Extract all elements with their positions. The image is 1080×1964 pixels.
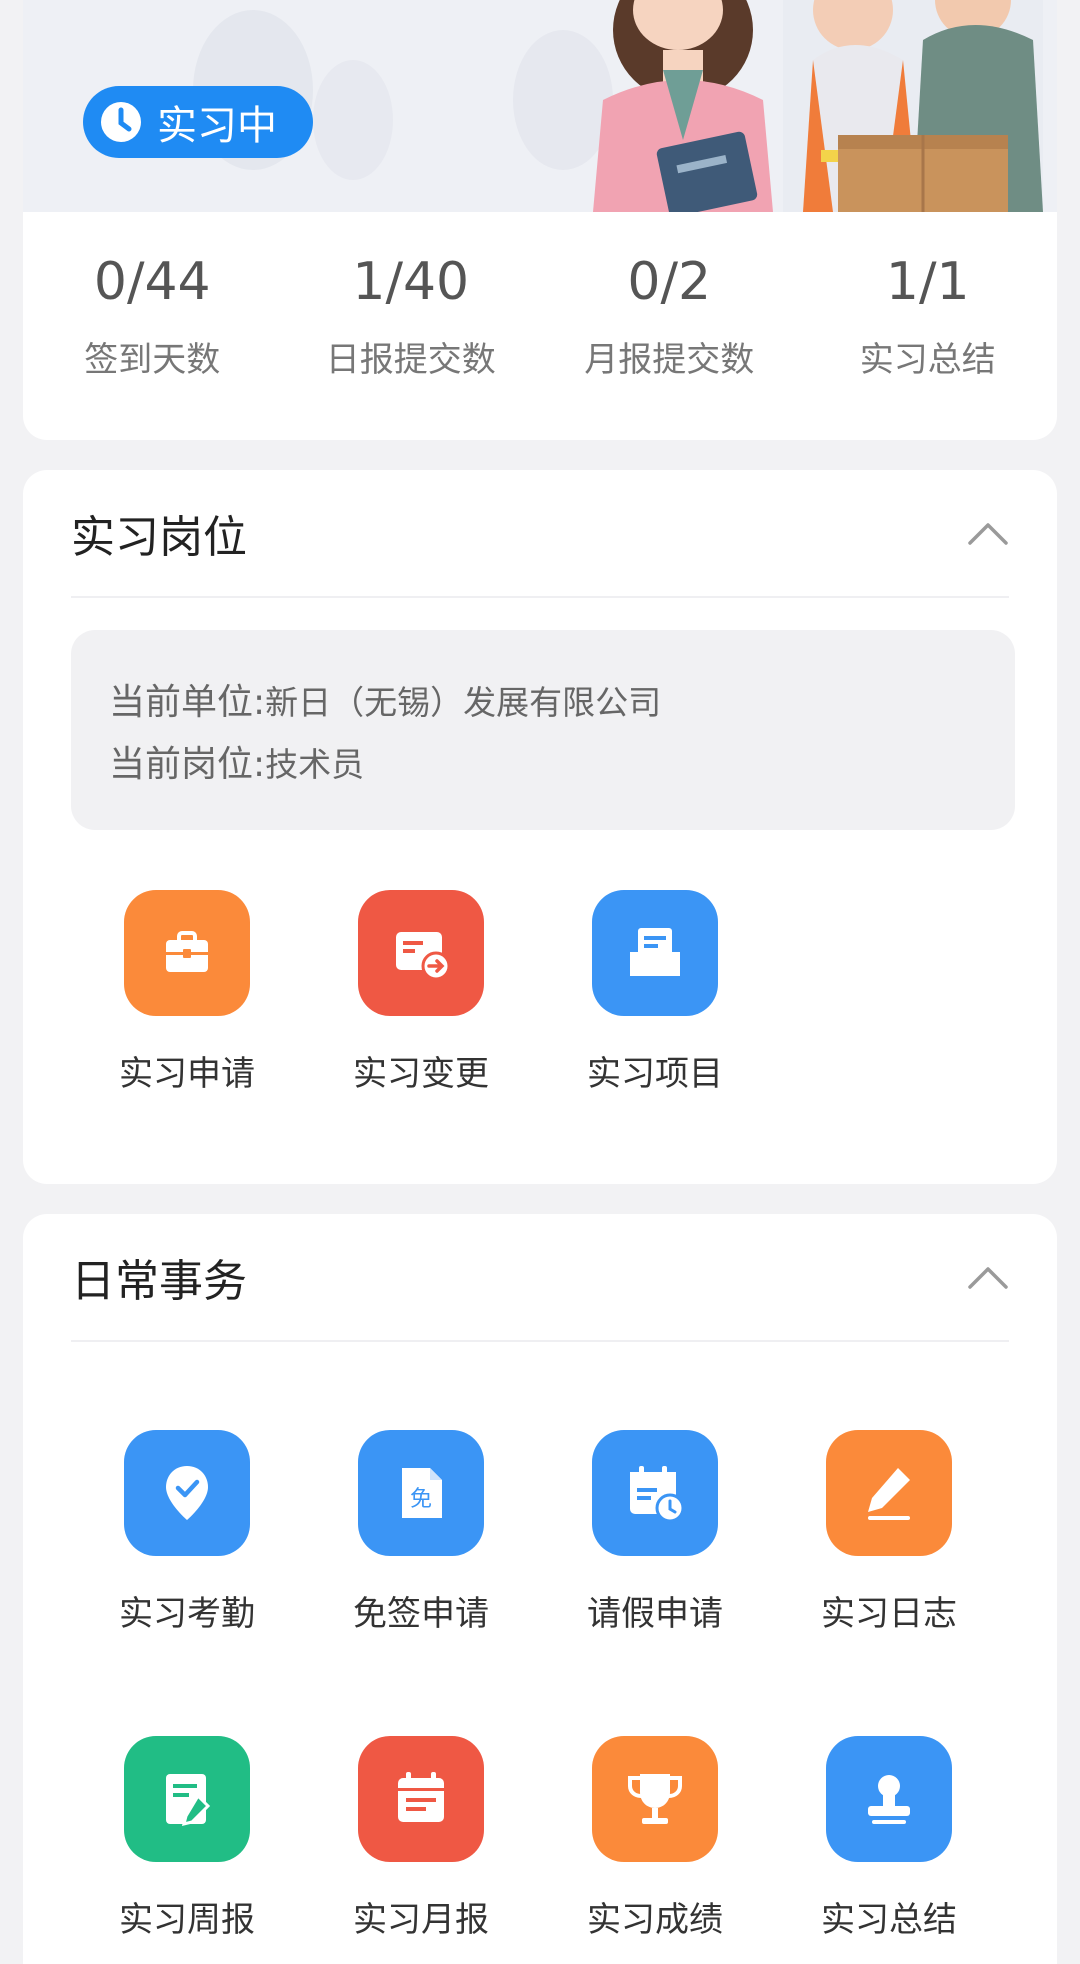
stats-row: 0/44 签到天数 1/40 日报提交数 0/2 月报提交数 1/1 实习总结 (23, 250, 1057, 400)
calendar-clock-icon (592, 1430, 718, 1556)
weekly-report-button[interactable]: 实习周报 (87, 1736, 287, 1941)
section-title: 实习岗位 (71, 512, 247, 563)
current-post-value: 技术员 (265, 745, 365, 784)
stat-value: 1/1 (885, 252, 970, 312)
status-label: 实习中 (157, 103, 277, 149)
banner-illustration: 实习中 (23, 0, 1057, 212)
chevron-up-icon[interactable] (967, 520, 1009, 546)
grades-button[interactable]: 实习成绩 (555, 1736, 755, 1941)
tile-label: 实习考勤 (119, 1594, 255, 1634)
stat-value: 0/44 (93, 252, 211, 312)
current-unit-label: 当前单位: (109, 682, 266, 723)
position-section-header[interactable]: 实习岗位 (71, 470, 1009, 598)
tile-label: 实习日志 (821, 1594, 957, 1634)
internship-log-button[interactable]: 实习日志 (789, 1430, 989, 1635)
internship-apply-button[interactable]: 实习申请 (87, 890, 287, 1095)
stamp-icon (826, 1736, 952, 1862)
stat-label: 实习总结 (859, 340, 996, 380)
card-transfer-icon (358, 890, 484, 1016)
trophy-icon (592, 1736, 718, 1862)
tile-label: 请假申请 (587, 1594, 723, 1634)
stat-summary[interactable]: 1/1 实习总结 (799, 250, 1058, 400)
exempt-glyph: 免 (410, 1487, 432, 1512)
clock-icon (101, 102, 141, 142)
tile-label: 实习变更 (353, 1054, 489, 1094)
attendance-button[interactable]: 实习考勤 (87, 1430, 287, 1635)
briefcase-icon (124, 890, 250, 1016)
stat-checkin-days[interactable]: 0/44 签到天数 (23, 250, 282, 400)
stat-value: 1/40 (352, 252, 470, 312)
location-check-icon (124, 1430, 250, 1556)
tile-label: 实习周报 (119, 1900, 255, 1940)
stat-monthly-reports[interactable]: 0/2 月报提交数 (540, 250, 799, 400)
tile-label: 免签申请 (353, 1594, 489, 1634)
pencil-icon (826, 1430, 952, 1556)
inbox-document-icon (592, 890, 718, 1016)
edit-document-icon (124, 1736, 250, 1862)
leave-apply-button[interactable]: 请假申请 (555, 1430, 755, 1635)
stat-label: 日报提交数 (325, 340, 496, 380)
tile-label: 实习申请 (119, 1054, 255, 1094)
daily-affairs-section-header[interactable]: 日常事务 (71, 1214, 1009, 1342)
monthly-report-button[interactable]: 实习月报 (321, 1736, 521, 1941)
internship-status-card: 实习中 0/44 签到天数 1/40 日报提交数 0/2 月报提交数 1/1 实… (23, 0, 1057, 440)
chevron-up-icon[interactable] (967, 1264, 1009, 1290)
internship-home: 实习中 0/44 签到天数 1/40 日报提交数 0/2 月报提交数 1/1 实… (0, 0, 1080, 1964)
current-position-info: 当前单位:新日（无锡）发展有限公司 当前岗位:技术员 (71, 630, 1015, 830)
stat-daily-reports[interactable]: 1/40 日报提交数 (282, 250, 541, 400)
internship-status-badge: 实习中 (83, 86, 313, 158)
exemption-apply-button[interactable]: 免 免签申请 (321, 1430, 521, 1635)
stat-value: 0/2 (627, 252, 712, 312)
exempt-document-icon: 免 (358, 1430, 484, 1556)
current-unit-row: 当前单位:新日（无锡）发展有限公司 (109, 672, 977, 734)
section-title: 日常事务 (71, 1256, 247, 1307)
tile-label: 实习项目 (587, 1054, 723, 1094)
tile-label: 实习成绩 (587, 1900, 723, 1940)
tile-label: 实习总结 (821, 1900, 957, 1940)
stat-label: 签到天数 (84, 340, 221, 380)
stat-label: 月报提交数 (584, 340, 755, 380)
current-post-label: 当前岗位: (109, 744, 266, 785)
daily-affairs-section: 日常事务 实习考勤 免 免签申请 请假申请 实习日志 实习周报 实习月报 实习成… (23, 1214, 1057, 1964)
current-post-row: 当前岗位:技术员 (109, 734, 977, 796)
current-unit-value: 新日（无锡）发展有限公司 (265, 683, 662, 722)
tile-label: 实习月报 (353, 1900, 489, 1940)
internship-summary-button[interactable]: 实习总结 (789, 1736, 989, 1941)
calendar-report-icon (358, 1736, 484, 1862)
position-section: 实习岗位 当前单位:新日（无锡）发展有限公司 当前岗位:技术员 实习申请 实习变… (23, 470, 1057, 1184)
internship-change-button[interactable]: 实习变更 (321, 890, 521, 1095)
internship-project-button[interactable]: 实习项目 (555, 890, 755, 1095)
